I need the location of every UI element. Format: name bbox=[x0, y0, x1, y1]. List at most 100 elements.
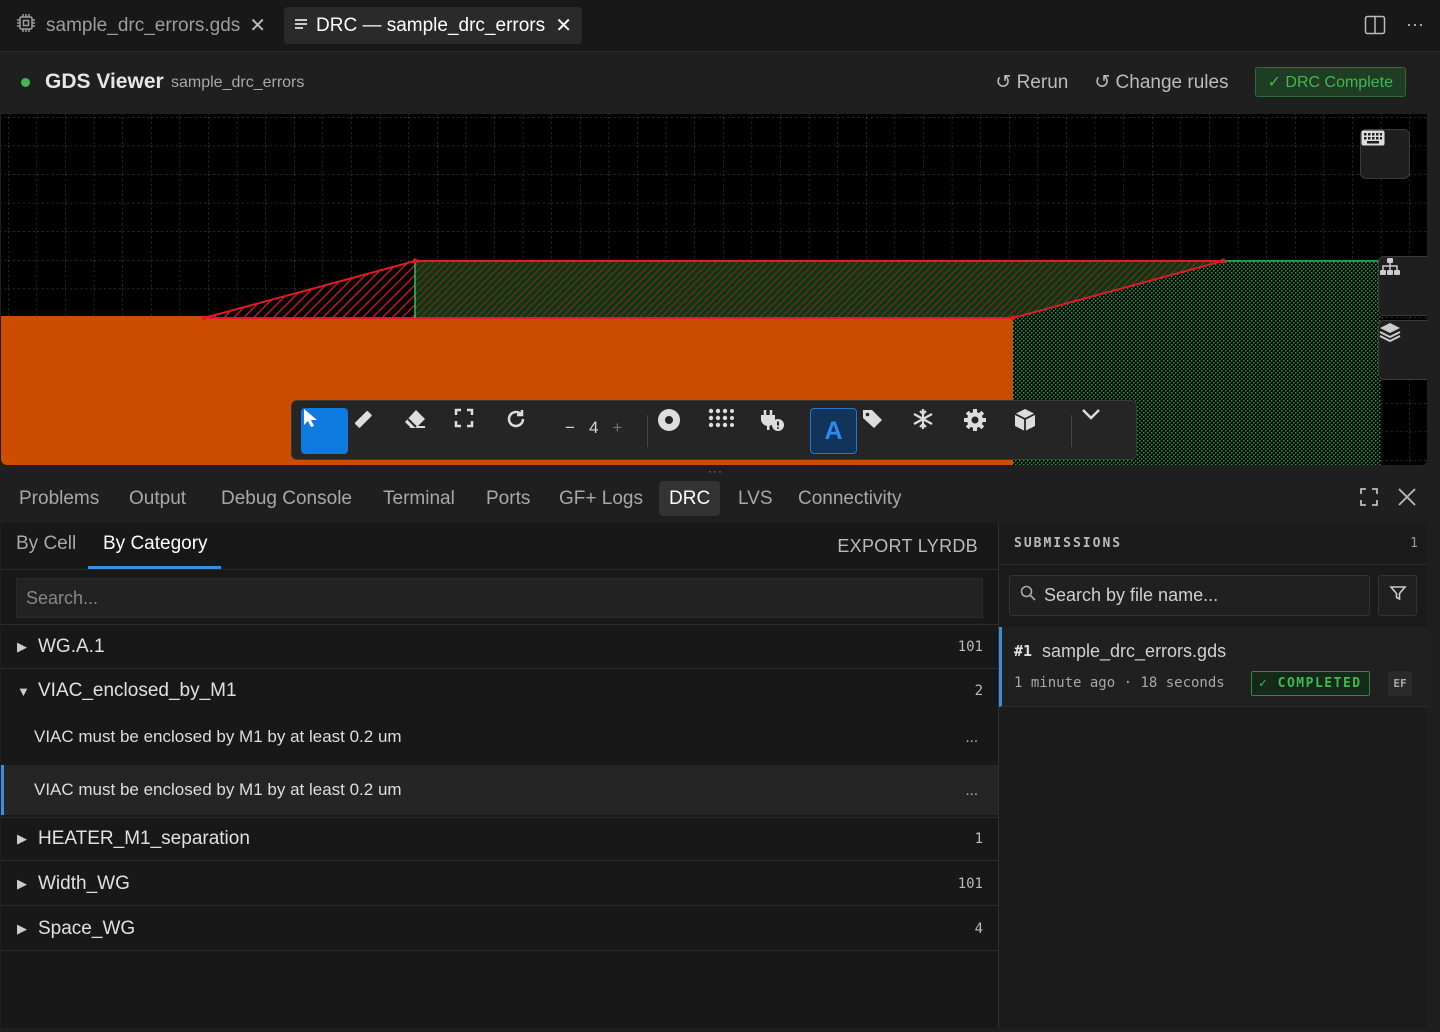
plugin-warning-button[interactable] bbox=[759, 408, 806, 454]
search-icon bbox=[1020, 585, 1036, 606]
tab-label: DRC — sample_drc_errors bbox=[316, 14, 546, 36]
fit-view-button[interactable] bbox=[454, 408, 501, 454]
tab-output[interactable]: Output bbox=[119, 481, 196, 516]
category-row[interactable]: ▶ Space_WG 4 bbox=[1, 907, 998, 951]
tab-gf-logs[interactable]: GF+ Logs bbox=[549, 481, 653, 516]
lines-icon bbox=[294, 15, 308, 37]
tab-by-cell[interactable]: By Cell bbox=[16, 533, 76, 555]
category-row[interactable]: ▶ WG.A.1 101 bbox=[1, 625, 998, 669]
drc-view-tabs: By Cell By Category EXPORT LYRDB bbox=[1, 523, 998, 570]
tab-drc[interactable]: DRC bbox=[659, 481, 721, 516]
filter-button[interactable] bbox=[1378, 575, 1417, 616]
expand-arrow-icon: ▶ bbox=[17, 831, 27, 846]
submission-meta: 1 minute ago · 18 seconds bbox=[1014, 675, 1225, 691]
toolbar-expand-button[interactable] bbox=[1081, 408, 1128, 454]
eraser-tool-button[interactable] bbox=[403, 408, 450, 454]
hierarchy-button[interactable] bbox=[1378, 256, 1427, 316]
ef-tag: EF bbox=[1388, 671, 1412, 696]
category-count: 4 bbox=[974, 920, 983, 937]
expand-arrow-icon: ▶ bbox=[17, 875, 27, 891]
maximize-panel-icon[interactable] bbox=[1359, 487, 1379, 513]
more-options-icon[interactable]: ... bbox=[965, 729, 978, 746]
redo-button[interactable] bbox=[505, 408, 552, 454]
zoom-out-button[interactable]: − bbox=[565, 418, 575, 438]
grid-toggle-button[interactable] bbox=[708, 408, 755, 454]
layers-button[interactable] bbox=[1378, 320, 1427, 380]
category-row[interactable]: ▶ Width_WG 101 bbox=[1, 862, 998, 906]
violation-message: VIAC must be enclosed by M1 by at least … bbox=[34, 727, 402, 746]
tab-ports[interactable]: Ports bbox=[476, 481, 540, 516]
tab-debug-console[interactable]: Debug Console bbox=[211, 481, 362, 516]
panel-tab-bar: Problems Output Debug Console Terminal P… bbox=[0, 475, 1427, 523]
change-rules-button[interactable]: ↺ Change rules bbox=[1094, 71, 1228, 94]
drc-results-panel: By Cell By Category EXPORT LYRDB Search.… bbox=[1, 523, 998, 1028]
layout-canvas[interactable]: − 4 + A bbox=[1, 114, 1427, 465]
violation-item[interactable]: VIAC must be enclosed by M1 by at least … bbox=[1, 712, 998, 762]
submissions-panel: SUBMISSIONS 1 #1 sample_drc_errors.gds 1… bbox=[998, 523, 1428, 1028]
violation-message: VIAC must be enclosed by M1 by at least … bbox=[34, 780, 402, 799]
ruler-tool-button[interactable] bbox=[352, 408, 399, 454]
status-dot bbox=[21, 78, 30, 87]
more-options-icon[interactable]: ... bbox=[965, 782, 978, 799]
category-count: 101 bbox=[957, 875, 983, 892]
active-tab-indicator bbox=[88, 566, 221, 569]
rerun-button[interactable]: ↺ Rerun bbox=[995, 71, 1068, 94]
close-icon[interactable]: ✕ bbox=[555, 13, 572, 38]
viewer-subtitle: sample_drc_errors bbox=[171, 74, 305, 91]
freeze-button[interactable] bbox=[912, 408, 959, 454]
category-count: 101 bbox=[957, 638, 983, 655]
chip-icon bbox=[14, 11, 38, 41]
close-panel-icon[interactable] bbox=[1397, 487, 1417, 513]
category-row[interactable]: ▼ VIAC_enclosed_by_M1 2 bbox=[1, 669, 998, 713]
viewer-header: GDS Viewer sample_drc_errors ↺ Rerun ↺ C… bbox=[0, 52, 1440, 114]
filter-icon bbox=[1388, 584, 1407, 607]
record-button[interactable] bbox=[657, 408, 704, 454]
keyboard-shortcuts-button[interactable] bbox=[1360, 129, 1410, 179]
toolbar-divider bbox=[647, 415, 648, 447]
submission-search bbox=[1009, 575, 1370, 616]
status-badge: ✓ DRC Complete bbox=[1254, 67, 1406, 97]
tab-lvs[interactable]: LVS bbox=[728, 481, 783, 516]
text-a-icon: A bbox=[824, 416, 843, 445]
submissions-heading: SUBMISSIONS bbox=[1014, 536, 1123, 551]
submission-index: #1 bbox=[1014, 642, 1033, 660]
tab-connectivity[interactable]: Connectivity bbox=[788, 481, 912, 516]
zoom-in-button[interactable]: + bbox=[612, 418, 622, 438]
tab-label: sample_drc_errors.gds bbox=[46, 14, 241, 36]
close-icon[interactable]: ✕ bbox=[249, 13, 266, 38]
category-count: 2 bbox=[974, 683, 983, 699]
submissions-count: 1 bbox=[1410, 536, 1418, 551]
export-lyrdb-button[interactable]: EXPORT LYRDB bbox=[837, 536, 978, 557]
tab-drc[interactable]: DRC — sample_drc_errors ✕ bbox=[284, 7, 582, 44]
category-name: VIAC_enclosed_by_M1 bbox=[38, 680, 237, 701]
select-tool-button[interactable] bbox=[301, 408, 348, 454]
category-name: WG.A.1 bbox=[38, 635, 105, 657]
canvas-toolbar: − 4 + A bbox=[291, 400, 1137, 460]
category-name: Space_WG bbox=[38, 917, 136, 939]
completed-badge: ✓ COMPLETED bbox=[1251, 671, 1370, 696]
tab-problems[interactable]: Problems bbox=[9, 481, 109, 516]
category-count: 1 bbox=[974, 831, 983, 847]
more-actions-icon[interactable]: ··· bbox=[1406, 14, 1424, 41]
split-editor-icon[interactable] bbox=[1364, 14, 1386, 41]
settings-button[interactable] bbox=[963, 408, 1010, 454]
tags-button[interactable] bbox=[861, 408, 908, 454]
submission-item[interactable]: #1 sample_drc_errors.gds 1 minute ago · … bbox=[999, 627, 1428, 707]
text-labels-toggle[interactable]: A bbox=[810, 408, 857, 454]
submission-search-input[interactable] bbox=[1044, 585, 1344, 606]
category-row[interactable]: ▶ HEATER_M1_separation 1 bbox=[1, 817, 998, 861]
tab-terminal[interactable]: Terminal bbox=[373, 481, 465, 516]
3d-view-button[interactable] bbox=[1014, 408, 1061, 454]
violation-item-selected[interactable]: VIAC must be enclosed by M1 by at least … bbox=[1, 765, 998, 815]
zoom-control: − 4 + bbox=[565, 418, 622, 438]
tab-gds-file[interactable]: sample_drc_errors.gds ✕ bbox=[4, 7, 276, 44]
editor-tab-bar: sample_drc_errors.gds ✕ DRC — sample_drc… bbox=[0, 0, 1440, 52]
collapse-arrow-icon: ▼ bbox=[17, 683, 30, 699]
page-title: GDS Viewer bbox=[45, 70, 164, 93]
toolbar-divider bbox=[1071, 415, 1072, 447]
drc-search-input[interactable]: Search... bbox=[16, 578, 983, 618]
expand-arrow-icon: ▶ bbox=[17, 920, 27, 936]
category-name: HEATER_M1_separation bbox=[38, 828, 250, 849]
category-name: Width_WG bbox=[38, 872, 130, 894]
tab-by-category[interactable]: By Category bbox=[103, 533, 208, 555]
